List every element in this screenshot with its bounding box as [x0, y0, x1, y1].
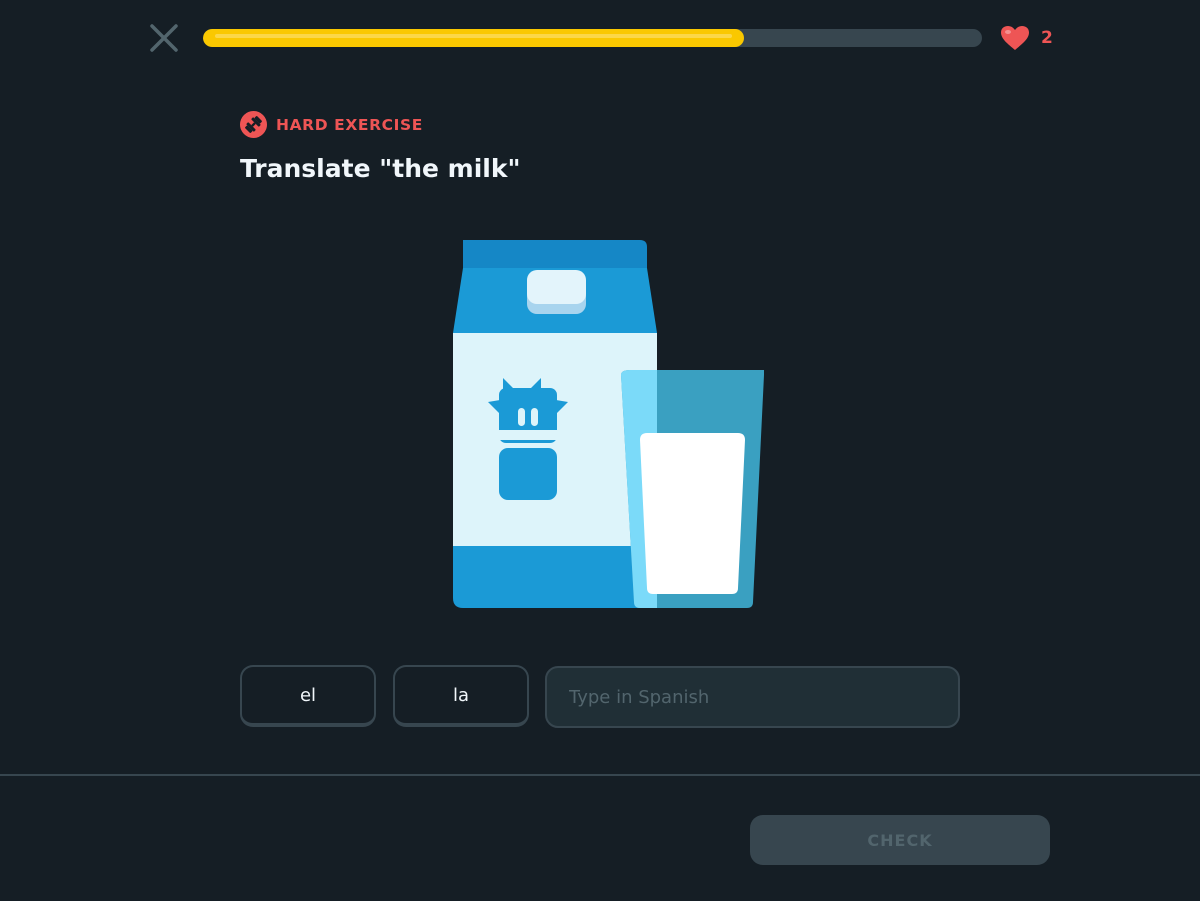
milk-in-glass [640, 433, 745, 594]
progress-highlight [215, 34, 733, 38]
cow-neck-gap [499, 430, 557, 440]
footer-divider [0, 774, 1200, 776]
cow-eye-left [518, 408, 525, 426]
milk-carton-and-glass-illustration [453, 240, 764, 608]
close-icon[interactable] [146, 20, 182, 56]
lesson-progress-fill [203, 29, 745, 47]
milk-illustration [440, 230, 780, 620]
hearts-counter[interactable]: 2 [1000, 24, 1053, 52]
cow-snout [499, 448, 557, 500]
heart-icon [1001, 26, 1029, 50]
close-button[interactable] [146, 20, 182, 56]
dumbbell-icon [240, 111, 267, 138]
hearts-count: 2 [1041, 28, 1053, 48]
carton-cap [527, 270, 586, 304]
check-button[interactable]: CHECK [750, 815, 1050, 865]
hard-exercise-badge: HARD EXERCISE [240, 111, 423, 138]
lesson-progress-bar [203, 29, 982, 47]
word-bank: el la [240, 665, 529, 727]
exercise-prompt: Translate "the milk" [240, 154, 521, 183]
badge-label: HARD EXERCISE [276, 115, 423, 134]
carton-top [463, 240, 647, 268]
answer-input[interactable] [545, 666, 960, 728]
word-tile-la[interactable]: la [393, 665, 529, 727]
cow-eye-right [531, 408, 538, 426]
word-tile-el[interactable]: el [240, 665, 376, 727]
carton-bottom [453, 546, 657, 608]
